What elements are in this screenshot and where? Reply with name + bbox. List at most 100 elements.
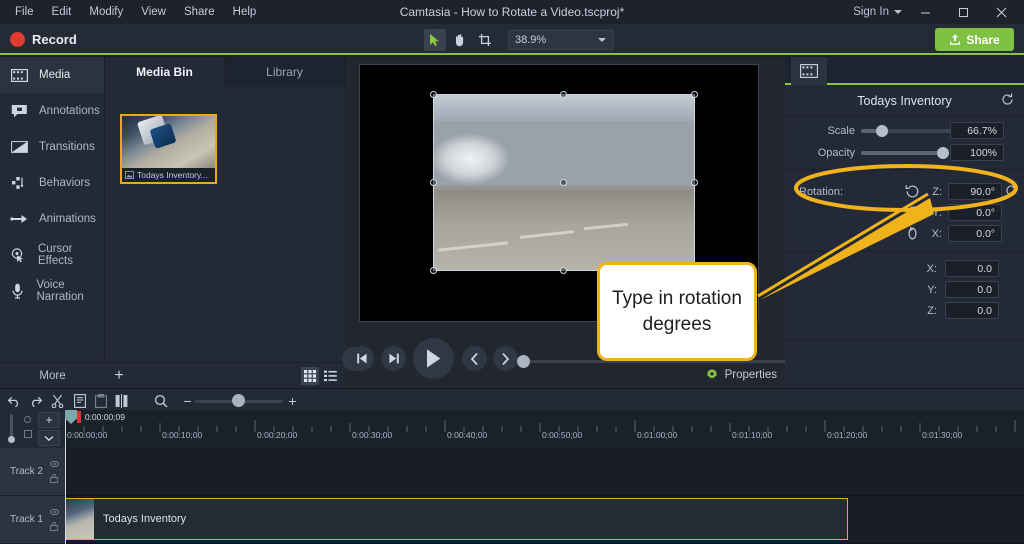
cut-button[interactable]: [49, 392, 66, 409]
paste-button[interactable]: [92, 392, 109, 409]
menu-item-edit[interactable]: Edit: [43, 0, 81, 24]
sign-in-button[interactable]: Sign In: [849, 6, 906, 18]
hand-icon: [456, 33, 464, 46]
track-lock-icon[interactable]: [50, 518, 59, 531]
collapse-tracks-button[interactable]: [38, 430, 60, 446]
tab-media-properties[interactable]: [791, 57, 827, 85]
menu-item-file[interactable]: File: [6, 0, 43, 24]
timeline-ruler[interactable]: 0:00:00;00 0:00:10;00 0:00:20;00 0:00:30…: [65, 410, 1024, 448]
track-header-2[interactable]: Track 2: [0, 448, 65, 496]
minimize-button[interactable]: [906, 0, 944, 24]
rotation-z-field[interactable]: 90.0°: [948, 183, 1002, 200]
resize-handle-center[interactable]: [560, 179, 567, 186]
media-item-todays-inventory[interactable]: Todays Inventory...: [120, 114, 217, 184]
rotate-y-icon[interactable]: [905, 205, 920, 220]
media-icon: [10, 66, 28, 84]
track-visibility-icon[interactable]: [50, 502, 59, 516]
copy-button[interactable]: [71, 392, 88, 409]
opacity-slider-knob[interactable]: [937, 147, 949, 159]
timeline-zoom-knob[interactable]: [232, 394, 245, 407]
ruler-label: 0:01:20;00: [827, 430, 868, 440]
reset-rotation-z-icon[interactable]: [1005, 184, 1020, 199]
track-header-1[interactable]: Track 1: [0, 496, 65, 544]
scale-slider-knob[interactable]: [876, 125, 888, 137]
sidebar-item-annotations[interactable]: Annotations: [0, 93, 104, 129]
position-x-field[interactable]: 0.0: [945, 260, 999, 277]
crop-tool-button[interactable]: [474, 29, 496, 51]
rotation-y-field[interactable]: 0.0°: [948, 204, 1002, 221]
ruler-ticks: [65, 420, 1016, 432]
resize-handle-w[interactable]: [430, 179, 437, 186]
record-button[interactable]: Record: [10, 24, 77, 55]
split-button[interactable]: [113, 392, 130, 409]
minimize-icon: [920, 12, 930, 13]
undo-button[interactable]: [5, 392, 22, 409]
more-tools-button[interactable]: More: [0, 362, 105, 388]
playhead-tab-icon[interactable]: [65, 410, 78, 424]
close-button[interactable]: [982, 0, 1020, 24]
selection-box[interactable]: [430, 91, 698, 274]
timeline-clip-todays-inventory[interactable]: Todays Inventory: [65, 498, 848, 540]
tab-library[interactable]: Library: [225, 57, 345, 87]
share-button[interactable]: Share: [935, 28, 1014, 51]
opacity-slider[interactable]: [861, 147, 949, 159]
track-eye-toggle-all[interactable]: [24, 416, 31, 423]
playhead-flag[interactable]: 0:00:00;09: [65, 410, 125, 424]
position-z-field[interactable]: 0.0: [945, 302, 999, 319]
track-level-knob[interactable]: [8, 436, 15, 443]
list-view-icon[interactable]: [321, 367, 339, 385]
add-media-button[interactable]: +: [105, 363, 133, 389]
hand-tool-button[interactable]: [449, 29, 471, 51]
ruler-label: 0:00:30;00: [352, 430, 393, 440]
pointer-tool-button[interactable]: [424, 28, 446, 51]
track-lock-icon[interactable]: [50, 470, 59, 483]
properties-button[interactable]: Properties: [705, 368, 777, 382]
add-media-label: +: [114, 367, 124, 384]
sidebar-item-label: Media: [39, 69, 71, 81]
sidebar-item-media[interactable]: Media: [0, 57, 104, 93]
resize-handle-s[interactable]: [560, 267, 567, 274]
sidebar-item-animations[interactable]: Animations: [0, 201, 104, 237]
sidebar-item-behaviors[interactable]: Behaviors: [0, 165, 104, 201]
grid-view-icon[interactable]: [301, 367, 319, 385]
position-y-field[interactable]: 0.0: [945, 281, 999, 298]
media-thumbnail: [122, 116, 215, 168]
menu-item-view[interactable]: View: [132, 0, 175, 24]
next-marker-button[interactable]: [493, 346, 518, 371]
scale-value-field[interactable]: 66.7%: [950, 122, 1004, 139]
zoom-in-button[interactable]: +: [284, 392, 301, 409]
sidebar-item-voice-narration[interactable]: Voice Narration: [0, 273, 104, 309]
playback-scrubber-knob[interactable]: [517, 355, 530, 368]
menu-item-share[interactable]: Share: [175, 0, 224, 24]
resize-handle-nw[interactable]: [430, 91, 437, 98]
rotate-z-icon[interactable]: [905, 184, 920, 199]
maximize-button[interactable]: [944, 0, 982, 24]
redo-button[interactable]: [27, 392, 44, 409]
zoom-to-fit-button[interactable]: [152, 392, 169, 409]
step-back-button-visible[interactable]: [349, 346, 374, 371]
resize-handle-ne[interactable]: [691, 91, 698, 98]
previous-marker-button[interactable]: [462, 346, 487, 371]
track-visibility-icon[interactable]: [50, 454, 59, 468]
opacity-value-field[interactable]: 100%: [950, 144, 1004, 161]
menu-item-modify[interactable]: Modify: [80, 0, 132, 24]
track-lock-toggle-all[interactable]: [24, 430, 32, 438]
play-button[interactable]: [413, 338, 454, 379]
rotation-x-field[interactable]: 0.0°: [948, 225, 1002, 242]
menu-item-help[interactable]: Help: [224, 0, 266, 24]
rotate-x-icon[interactable]: [905, 226, 920, 241]
resize-handle-n[interactable]: [560, 91, 567, 98]
sidebar-item-transitions[interactable]: Transitions: [0, 129, 104, 165]
tab-media-bin[interactable]: Media Bin: [105, 57, 225, 87]
zoom-level-select[interactable]: 38.9%: [508, 29, 614, 50]
resize-handle-e[interactable]: [691, 179, 698, 186]
reset-all-icon[interactable]: [1001, 93, 1014, 109]
add-track-button[interactable]: +: [38, 412, 60, 428]
media-bin-panel: Media Bin Library Todays Inventory... +: [105, 57, 345, 388]
track-body-1[interactable]: Todays Inventory: [65, 496, 1024, 544]
step-forward-button[interactable]: [381, 346, 406, 371]
track-body-2[interactable]: [65, 448, 1024, 496]
zoom-out-button[interactable]: −: [179, 392, 196, 409]
resize-handle-sw[interactable]: [430, 267, 437, 274]
sidebar-item-cursor-effects[interactable]: Cursor Effects: [0, 237, 104, 273]
